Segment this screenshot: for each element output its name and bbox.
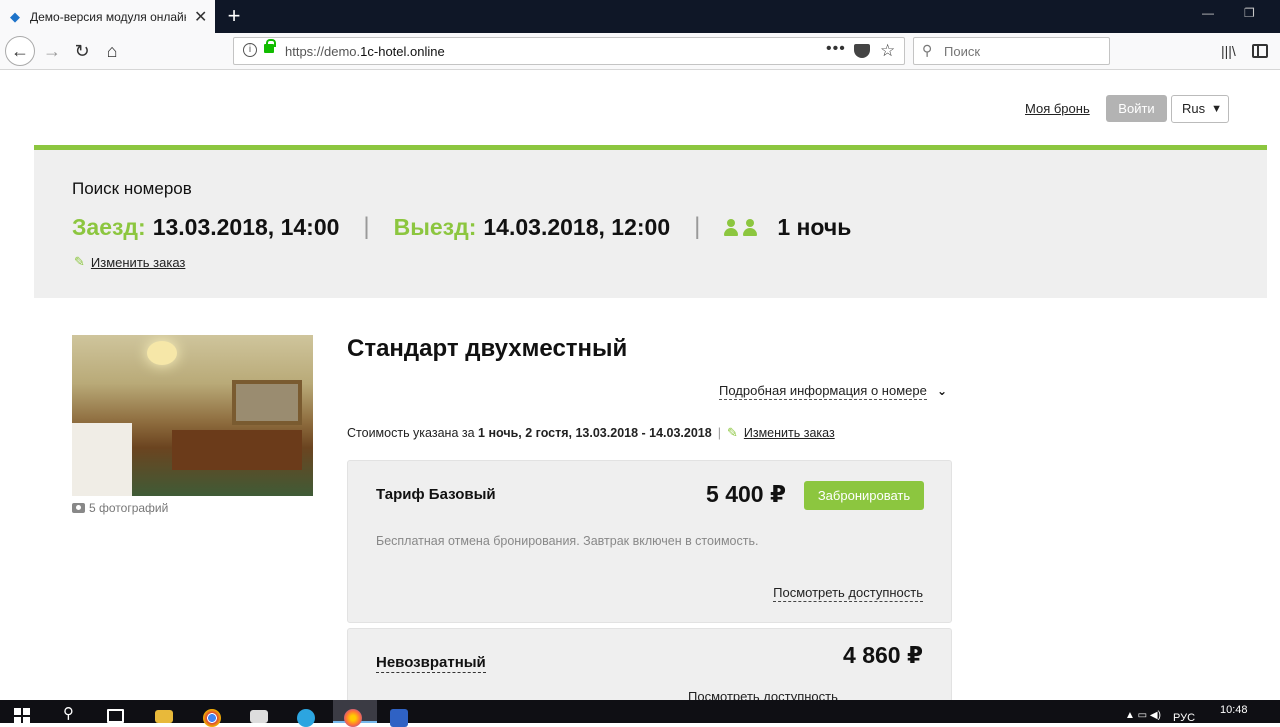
price-note-prefix: Стоимость указана за [347, 426, 475, 440]
price-note-edit-link[interactable]: Изменить заказ [744, 426, 835, 440]
pencil-icon: ✎ [74, 254, 85, 269]
edit-order-link[interactable]: ✎ Изменить заказ [74, 254, 185, 270]
photo-bed [72, 423, 132, 496]
search-summary-panel: Поиск номеров Заезд: 13.03.2018, 14:00 |… [34, 145, 1267, 298]
photo-chandelier [147, 341, 177, 365]
window-minimize-button[interactable]: — [1202, 6, 1214, 20]
forward-button[interactable]: → [38, 37, 66, 65]
divider: | [694, 213, 701, 240]
library-icon[interactable]: |||\ [1221, 43, 1236, 59]
tariff-price: 4 860 ₽ [843, 642, 923, 668]
tab-title: Демо-версия модуля онлайн [30, 9, 186, 24]
tariff-name[interactable]: Невозвратный [376, 654, 486, 673]
nights-value: 1 ночь [777, 213, 852, 240]
login-button[interactable]: Войти [1106, 95, 1167, 122]
checkin-label: Заезд: [72, 213, 146, 240]
tariff-card: Тариф Базовый 5 400 ₽ Забронировать Бесп… [347, 460, 952, 623]
input-language-indicator[interactable]: РУС [1173, 712, 1195, 724]
photo-desk [172, 430, 302, 470]
my-booking-link[interactable]: Моя бронь [1025, 101, 1090, 116]
mail-icon[interactable] [250, 710, 268, 723]
window-restore-button[interactable]: ❐ [1244, 6, 1255, 20]
language-select[interactable]: Rus ▼ [1171, 95, 1229, 123]
room-photo[interactable] [72, 335, 313, 496]
tariff-price: 5 400 ₽ [706, 481, 786, 507]
firefox-icon[interactable] [344, 709, 362, 727]
person-icon [724, 218, 739, 236]
divider: | [717, 426, 721, 440]
photo-mirror [232, 380, 302, 425]
lock-icon [264, 39, 276, 53]
taskbar-search-icon[interactable]: ⚲ [63, 705, 81, 723]
site-header: Моя бронь Войти Rus ▼ [0, 95, 1280, 125]
os-taskbar: ⚲ ▲ ▭ ◀) РУС 10:48 [0, 700, 1280, 727]
taskbar-clock[interactable]: 10:48 [1220, 704, 1248, 716]
browser-tab[interactable]: ◆ Демо-версия модуля онлайн ✕ [0, 0, 215, 33]
photos-count-label: 5 фотографий [89, 501, 169, 515]
availability-link[interactable]: Посмотреть доступность [688, 689, 838, 700]
search-icon: ⚲ [922, 42, 933, 58]
url-text[interactable]: https://demo.1c-hotel.online [285, 44, 445, 59]
edit-order-label[interactable]: Изменить заказ [91, 255, 185, 270]
task-view-icon[interactable] [107, 709, 124, 723]
search-title: Поиск номеров [72, 179, 192, 198]
dates-row: Заезд: 13.03.2018, 14:00 | Выезд: 14.03.… [72, 210, 851, 244]
telegram-icon[interactable] [297, 709, 315, 727]
new-tab-button[interactable]: + [222, 3, 246, 29]
divider: | [363, 213, 370, 240]
camera-icon [72, 503, 85, 513]
checkout-label: Выезд: [393, 213, 477, 240]
pocket-icon[interactable] [854, 44, 870, 58]
tab-favicon-icon: ◆ [10, 8, 20, 24]
person-icon [743, 218, 758, 236]
tariff-card: Невозвратный 4 860 ₽ Посмотреть доступно… [347, 628, 952, 700]
photos-count-link[interactable]: 5 фотографий [72, 501, 168, 515]
browser-search-box[interactable]: ⚲ [913, 37, 1110, 65]
home-button[interactable]: ⌂ [98, 37, 126, 65]
chevron-down-icon[interactable]: ⌄ [937, 384, 947, 398]
language-value: Rus [1182, 101, 1206, 116]
browser-titlebar: ◆ Демо-версия модуля онлайн ✕ + — ❐ [0, 0, 1280, 33]
tariff-name: Тариф Базовый [376, 486, 496, 503]
tariff-description: Бесплатная отмена бронирования. Завтрак … [376, 534, 759, 548]
room-details-link[interactable]: Подробная информация о номере [719, 383, 927, 400]
url-bar[interactable]: i https://demo.1c-hotel.online ••• ☆ [233, 37, 905, 65]
site-info-icon[interactable]: i [243, 43, 257, 57]
browser-navbar: ← → ↻ ⌂ i https://demo.1c-hotel.online •… [0, 33, 1280, 70]
book-button[interactable]: Забронировать [804, 481, 924, 510]
browser-search-input[interactable] [944, 42, 1104, 60]
guests-icon [724, 218, 758, 236]
chevron-down-icon: ▼ [1211, 103, 1222, 115]
availability-link[interactable]: Посмотреть доступность [773, 585, 923, 602]
sidebar-toggle-icon[interactable] [1252, 44, 1268, 58]
room-title: Стандарт двухместный [347, 335, 628, 362]
pencil-icon: ✎ [726, 425, 738, 440]
chrome-icon[interactable] [203, 709, 221, 727]
page-actions-icon[interactable]: ••• [826, 40, 846, 58]
price-note-details: 1 ночь, 2 гостя, 13.03.2018 - 14.03.2018 [478, 426, 712, 440]
reload-button[interactable]: ↻ [68, 37, 96, 65]
page-content: Моя бронь Войти Rus ▼ Поиск номеров Заез… [0, 70, 1280, 700]
tab-close-icon[interactable]: ✕ [194, 7, 207, 27]
file-explorer-icon[interactable] [155, 710, 173, 723]
tray-icons[interactable]: ▲ ▭ ◀) [1125, 710, 1161, 721]
bookmark-star-icon[interactable]: ☆ [880, 41, 895, 61]
checkout-value: 14.03.2018, 12:00 [483, 213, 671, 240]
app-icon[interactable] [390, 709, 408, 727]
price-note: Стоимость указана за 1 ночь, 2 гостя, 13… [347, 425, 835, 441]
checkin-value: 13.03.2018, 14:00 [152, 213, 340, 240]
back-button[interactable]: ← [5, 36, 35, 66]
windows-start-icon[interactable] [14, 708, 30, 723]
